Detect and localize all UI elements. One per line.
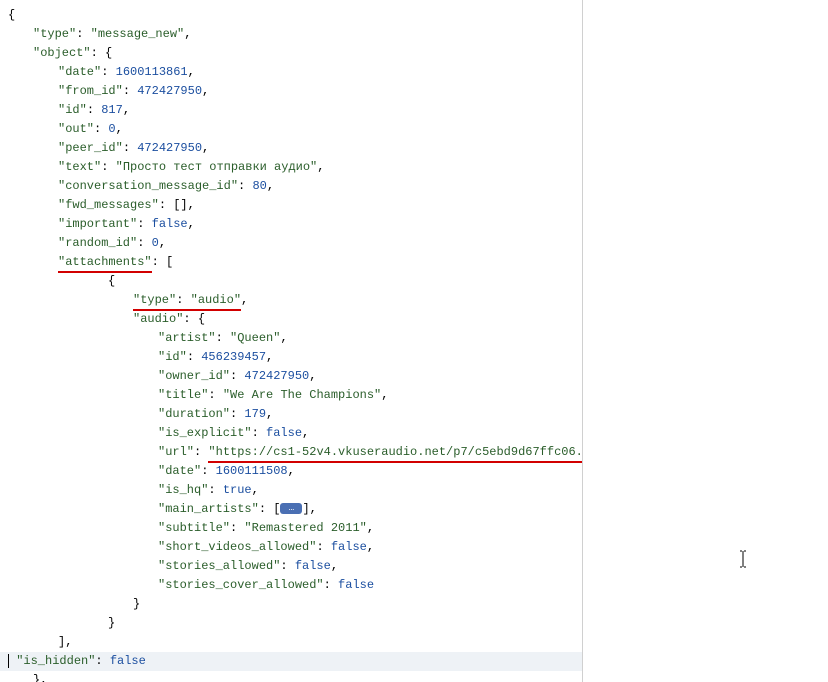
prop-object-attachments: "attachments": [ xyxy=(8,253,582,272)
highlight-type-audio: "type": "audio" xyxy=(133,293,241,311)
prop-object-fwd-messages: "fwd_messages": [], xyxy=(8,196,582,215)
prop-audio-main-artists: "main_artists": […], xyxy=(8,500,582,519)
preview-pane xyxy=(583,0,828,682)
prop-object-text: "text": "Просто тест отправки аудио", xyxy=(8,158,582,177)
prop-audio-owner-id: "owner_id": 472427950, xyxy=(8,367,582,386)
prop-attachment-audio: "audio": { xyxy=(8,310,582,329)
audio-close: } xyxy=(8,595,582,614)
prop-audio-url: "url": "https://cs1-52v4.vkuseraudio.net… xyxy=(8,443,582,462)
prop-object-important: "important": false, xyxy=(8,215,582,234)
prop-object: "object": { xyxy=(8,44,582,63)
prop-attachment-type: "type": "audio", xyxy=(8,291,582,310)
prop-object-date: "date": 1600113861, xyxy=(8,63,582,82)
prop-audio-artist: "artist": "Queen", xyxy=(8,329,582,348)
prop-audio-id: "id": 456239457, xyxy=(8,348,582,367)
prop-object-from-id: "from_id": 472427950, xyxy=(8,82,582,101)
prop-audio-is-hq: "is_hq": true, xyxy=(8,481,582,500)
code-pane[interactable]: { "type": "message_new", "object": { "da… xyxy=(0,0,582,682)
attachment-item-open: { xyxy=(8,272,582,291)
text-cursor-icon xyxy=(738,550,739,566)
attachments-close: ], xyxy=(8,633,582,652)
prop-audio-subtitle: "subtitle": "Remastered 2011", xyxy=(8,519,582,538)
prop-audio-duration: "duration": 179, xyxy=(8,405,582,424)
prop-audio-short-videos-allowed: "short_videos_allowed": false, xyxy=(8,538,582,557)
prop-object-peer-id: "peer_id": 472427950, xyxy=(8,139,582,158)
prop-audio-is-explicit: "is_explicit": false, xyxy=(8,424,582,443)
prop-type: "type": "message_new", xyxy=(8,25,582,44)
prop-audio-title: "title": "We Are The Champions", xyxy=(8,386,582,405)
highlight-attachments: "attachments" xyxy=(58,255,152,273)
prop-object-is-hidden: "is_hidden": false xyxy=(0,652,582,671)
object-close: }, xyxy=(8,671,582,682)
prop-audio-date: "date": 1600111508, xyxy=(8,462,582,481)
prop-object-cmi: "conversation_message_id": 80, xyxy=(8,177,582,196)
collapsed-badge-icon[interactable]: … xyxy=(280,503,302,514)
attachment-item-close: } xyxy=(8,614,582,633)
brace-open: { xyxy=(8,6,582,25)
prop-object-id: "id": 817, xyxy=(8,101,582,120)
prop-audio-stories-allowed: "stories_allowed": false, xyxy=(8,557,582,576)
prop-object-random-id: "random_id": 0, xyxy=(8,234,582,253)
prop-object-out: "out": 0, xyxy=(8,120,582,139)
json-viewer: { "type": "message_new", "object": { "da… xyxy=(0,0,828,682)
prop-audio-stories-cover-allowed: "stories_cover_allowed": false xyxy=(8,576,582,595)
highlight-url: "https://cs1-52v4.vkuseraudio.net/p7/c5e… xyxy=(208,445,582,463)
